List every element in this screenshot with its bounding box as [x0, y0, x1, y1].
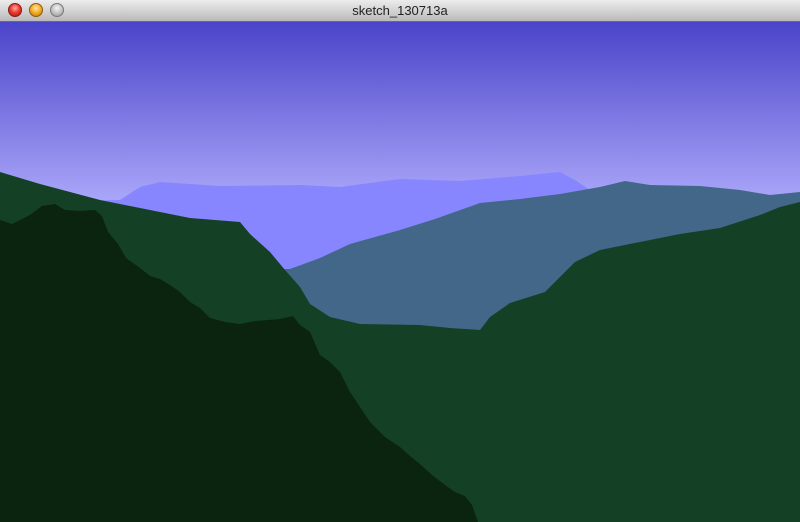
window-title: sketch_130713a — [352, 3, 448, 18]
app-window: sketch_130713a — [0, 0, 800, 522]
sketch-canvas[interactable] — [0, 22, 800, 522]
title-bar[interactable]: sketch_130713a — [0, 0, 800, 22]
